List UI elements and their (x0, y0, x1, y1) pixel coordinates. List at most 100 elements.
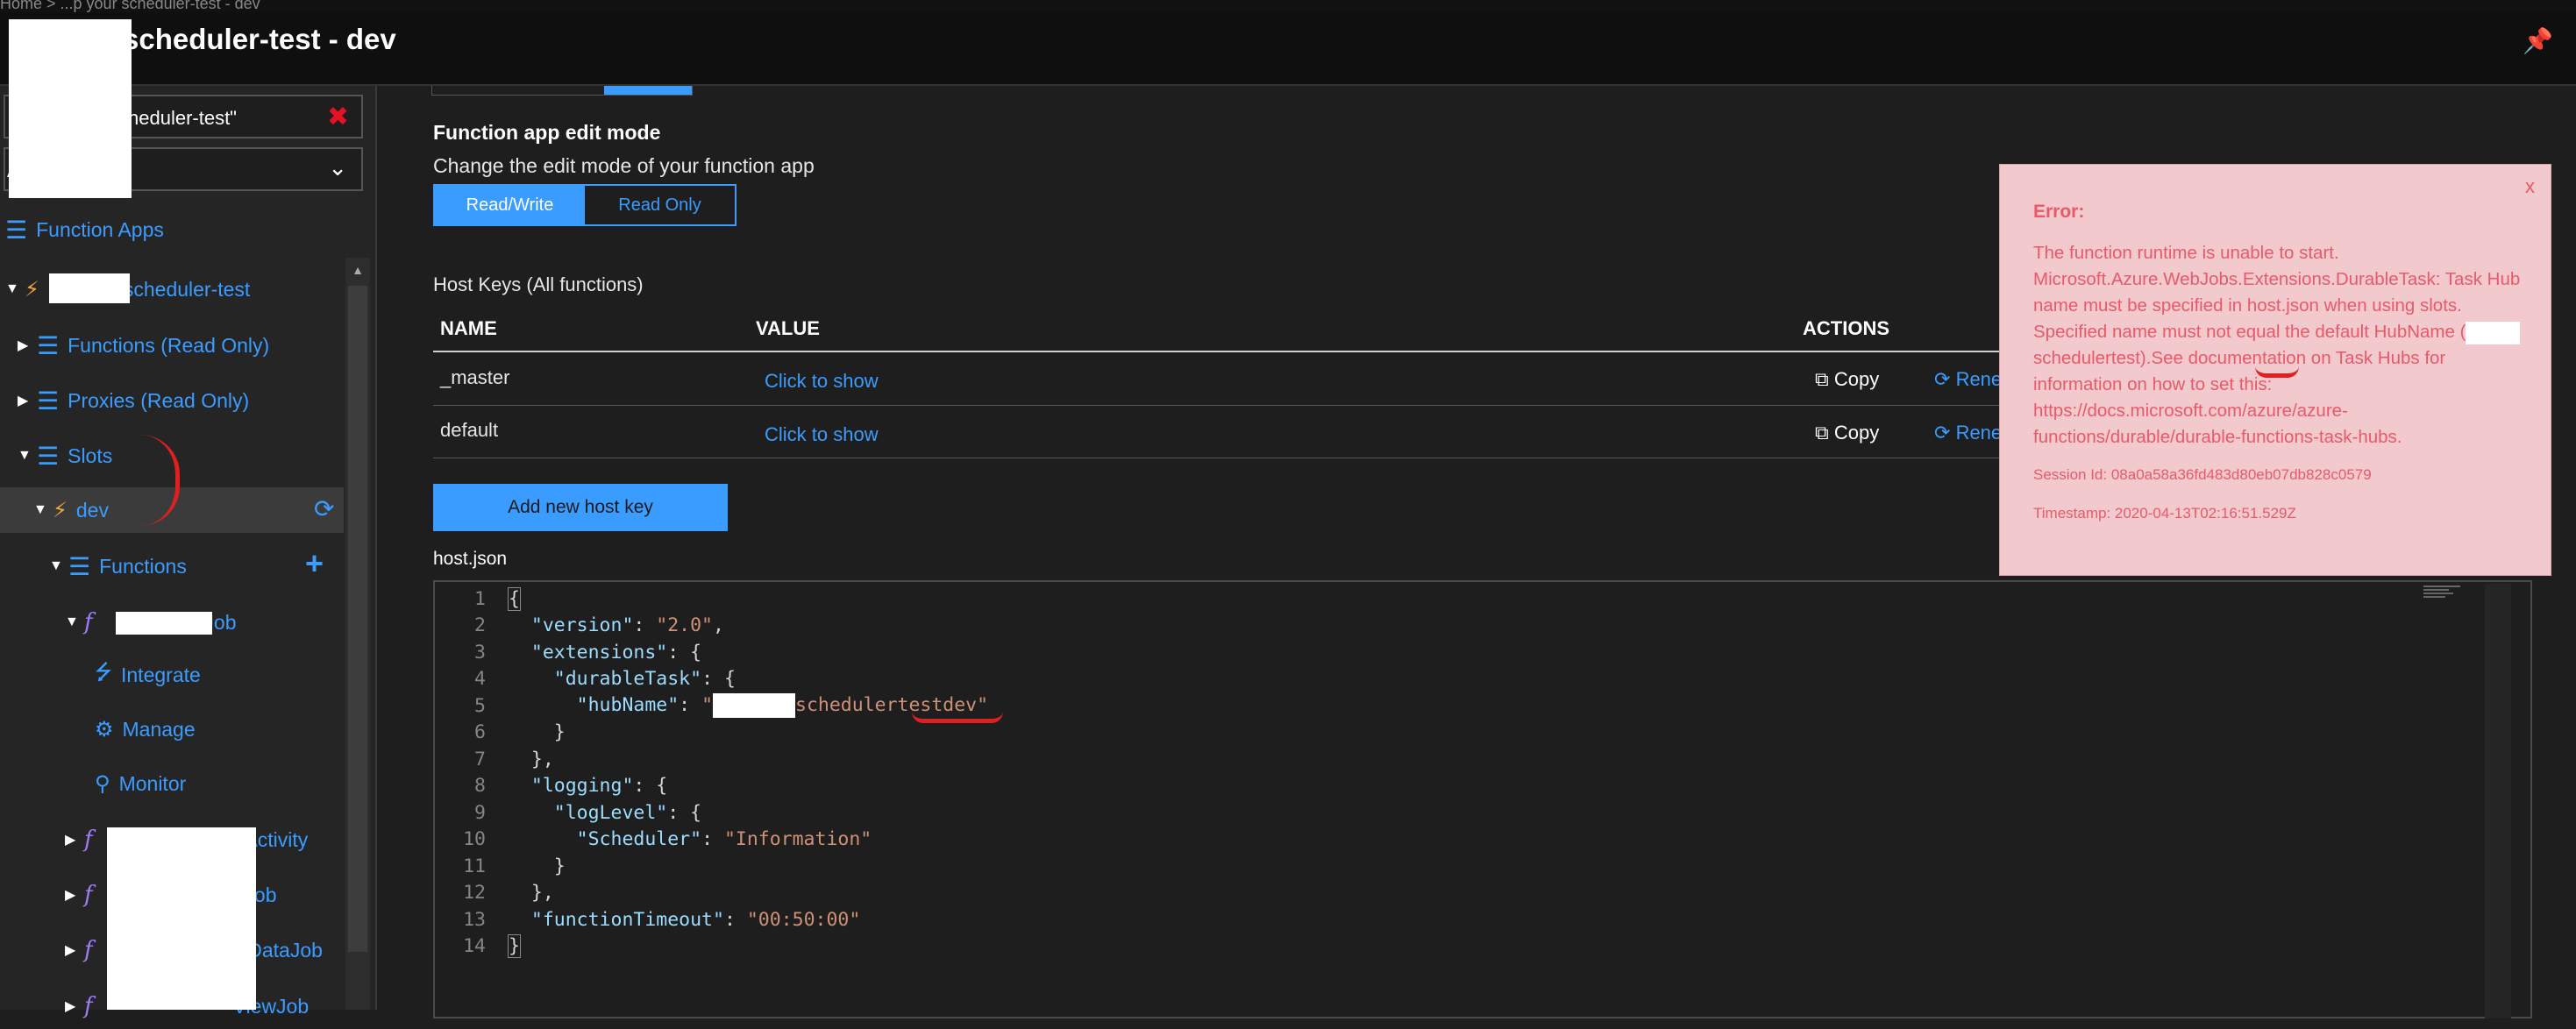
line-number: 13 (463, 908, 486, 931)
json-key: "version" (530, 614, 634, 637)
copy-label: Copy (1833, 422, 1880, 444)
redaction-box (9, 19, 132, 198)
error-message-part2: schedulertest).See documentation on Task… (2033, 348, 2446, 447)
function-icon: f (84, 937, 93, 963)
line-text: "functionTimeout": "00:50:00" (530, 908, 861, 931)
code-lines[interactable]: 1{ 2 "version": "2.0", 3 "extensions": {… (435, 585, 2530, 960)
sidebar-item-label: Slots (68, 444, 113, 467)
code-line: 11 } (435, 853, 2530, 880)
json-key: "functionTimeout" (530, 908, 724, 931)
line-number: 6 (474, 721, 486, 744)
caret-down-icon[interactable]: ▼ (65, 614, 84, 630)
refresh-icon[interactable]: ⟳ (314, 494, 334, 523)
hostjson-label: host.json (433, 549, 508, 569)
tab-strip[interactable] (431, 86, 693, 96)
pin-icon[interactable]: 📌 (2523, 26, 2553, 55)
minimap[interactable] (2423, 584, 2460, 610)
line-number: 4 (474, 668, 486, 691)
code-line: 13 "functionTimeout": "00:50:00" (435, 906, 2530, 933)
renew-button[interactable]: ⟳ Rene (1934, 422, 2002, 444)
line-text: "extensions": { (530, 641, 702, 664)
sidebar-item-label: dev (75, 498, 109, 522)
renew-button[interactable]: ⟳ Rene (1934, 368, 2002, 391)
copy-icon: ⧉ (1815, 368, 1829, 390)
line-number: 5 (474, 694, 486, 717)
close-icon[interactable]: ✖ (327, 102, 349, 132)
add-host-key-button[interactable]: Add new host key (433, 484, 728, 531)
click-to-show-link[interactable]: Click to show (765, 370, 879, 393)
redaction-box (107, 827, 256, 1010)
brace: } (508, 934, 521, 959)
add-function-icon[interactable]: + (305, 545, 324, 582)
caret-right-icon[interactable]: ▶ (65, 886, 84, 904)
code-line: 3 "extensions": { (435, 639, 2530, 666)
caret-right-icon[interactable]: ▶ (18, 392, 37, 409)
breadcrumb[interactable]: Home > ...p your scheduler-test - dev (0, 0, 260, 13)
bolt-icon: ⭍ (95, 660, 112, 685)
error-message: The function runtime is unable to start.… (2033, 240, 2524, 451)
sidebar-item-function-apps[interactable]: ☰ Function Apps (5, 207, 164, 252)
line-text: } (498, 934, 521, 959)
search-icon: ⚲ (95, 771, 110, 796)
page-title: scheduler-test - dev (123, 23, 396, 55)
caret-right-icon[interactable]: ▶ (65, 831, 84, 848)
json-string: "00:50:00" (746, 908, 861, 931)
sidebar-item-proxies[interactable]: ▶ ☰ Proxies (Read Only) (18, 378, 249, 423)
sidebar-item-monitor[interactable]: ⚲ Monitor (95, 761, 186, 806)
timestamp: Timestamp: 2020-04-13T02:16:51.529Z (2033, 505, 2296, 522)
function-app-icon: ⚡ (53, 498, 68, 522)
copy-icon: ⧉ (1815, 422, 1829, 444)
close-icon[interactable]: x (2525, 175, 2535, 198)
line-number: 10 (463, 828, 486, 851)
copy-label: Copy (1833, 368, 1880, 390)
sidebar-item-label: Function Apps (36, 217, 164, 241)
sidebar-item-integrate[interactable]: ⭍ Integrate (95, 652, 201, 698)
caret-down-icon[interactable]: ▼ (5, 281, 25, 297)
copy-button[interactable]: ⧉ Copy (1815, 422, 1879, 444)
line-text: } (509, 855, 566, 877)
code-line: 8 "logging": { (435, 773, 2530, 800)
code-line: 1{ (435, 585, 2530, 613)
caret-right-icon[interactable]: ▶ (65, 941, 84, 959)
code-editor[interactable]: 1{ 2 "version": "2.0", 3 "extensions": {… (433, 580, 2532, 1018)
edit-mode-title: Function app edit mode (433, 121, 661, 144)
scroll-up-icon[interactable]: ▲ (345, 258, 370, 282)
scroll-thumb[interactable] (348, 286, 367, 952)
line-text: } (509, 721, 566, 744)
read-write-button[interactable]: Read/Write (435, 186, 585, 224)
sidebar-item-label: Functions (99, 554, 187, 578)
caret-right-icon[interactable]: ▶ (18, 337, 37, 354)
read-only-button[interactable]: Read Only (585, 186, 735, 224)
code-line: 10 "Scheduler": "Information" (435, 827, 2530, 854)
sidebar-item-functions-readonly[interactable]: ▶ ☰ Functions (Read Only) (18, 323, 269, 368)
refresh-icon: ⟳ (1934, 368, 1951, 390)
sidebar-item-label: scheduler-test (123, 277, 251, 301)
renew-label: Rene (1955, 422, 2003, 444)
editor-scrollbar[interactable] (2485, 584, 2511, 1018)
title-bar: scheduler-test - dev 📌 (0, 12, 2576, 86)
redaction-box (49, 273, 130, 303)
line-text: "version": "2.0", (530, 614, 724, 637)
line-text: "logLevel": { (553, 801, 702, 824)
click-to-show-link[interactable]: Click to show (765, 423, 879, 446)
column-header-name: NAME (440, 317, 497, 339)
column-header-actions: ACTIONS (1803, 317, 1889, 339)
code-line: 5 "hubName": " schedulertestdev" (435, 692, 2530, 720)
line-text: { (498, 586, 521, 611)
line-number: 12 (463, 882, 486, 905)
sidebar-item-slots[interactable]: ▼ ☰ Slots (18, 433, 112, 479)
caret-right-icon[interactable]: ▶ (65, 997, 84, 1015)
line-text: }, (509, 882, 554, 905)
caret-down-icon[interactable]: ▼ (49, 558, 68, 574)
list-icon: ☰ (37, 331, 60, 359)
copy-button[interactable]: ⧉ Copy (1815, 368, 1879, 391)
sidebar-item-label: Manage (122, 717, 196, 741)
sidebar-scrollbar[interactable]: ▲ (345, 258, 370, 1010)
line-number: 14 (463, 935, 486, 958)
json-key: "extensions" (530, 641, 668, 664)
sidebar-item-functions[interactable]: ▼ ☰ Functions + (49, 543, 344, 589)
annotation-underline (2255, 366, 2299, 378)
caret-down-icon[interactable]: ▼ (18, 448, 37, 464)
caret-down-icon[interactable]: ▼ (33, 502, 53, 518)
sidebar-item-manage[interactable]: ⚙ Manage (95, 706, 196, 752)
